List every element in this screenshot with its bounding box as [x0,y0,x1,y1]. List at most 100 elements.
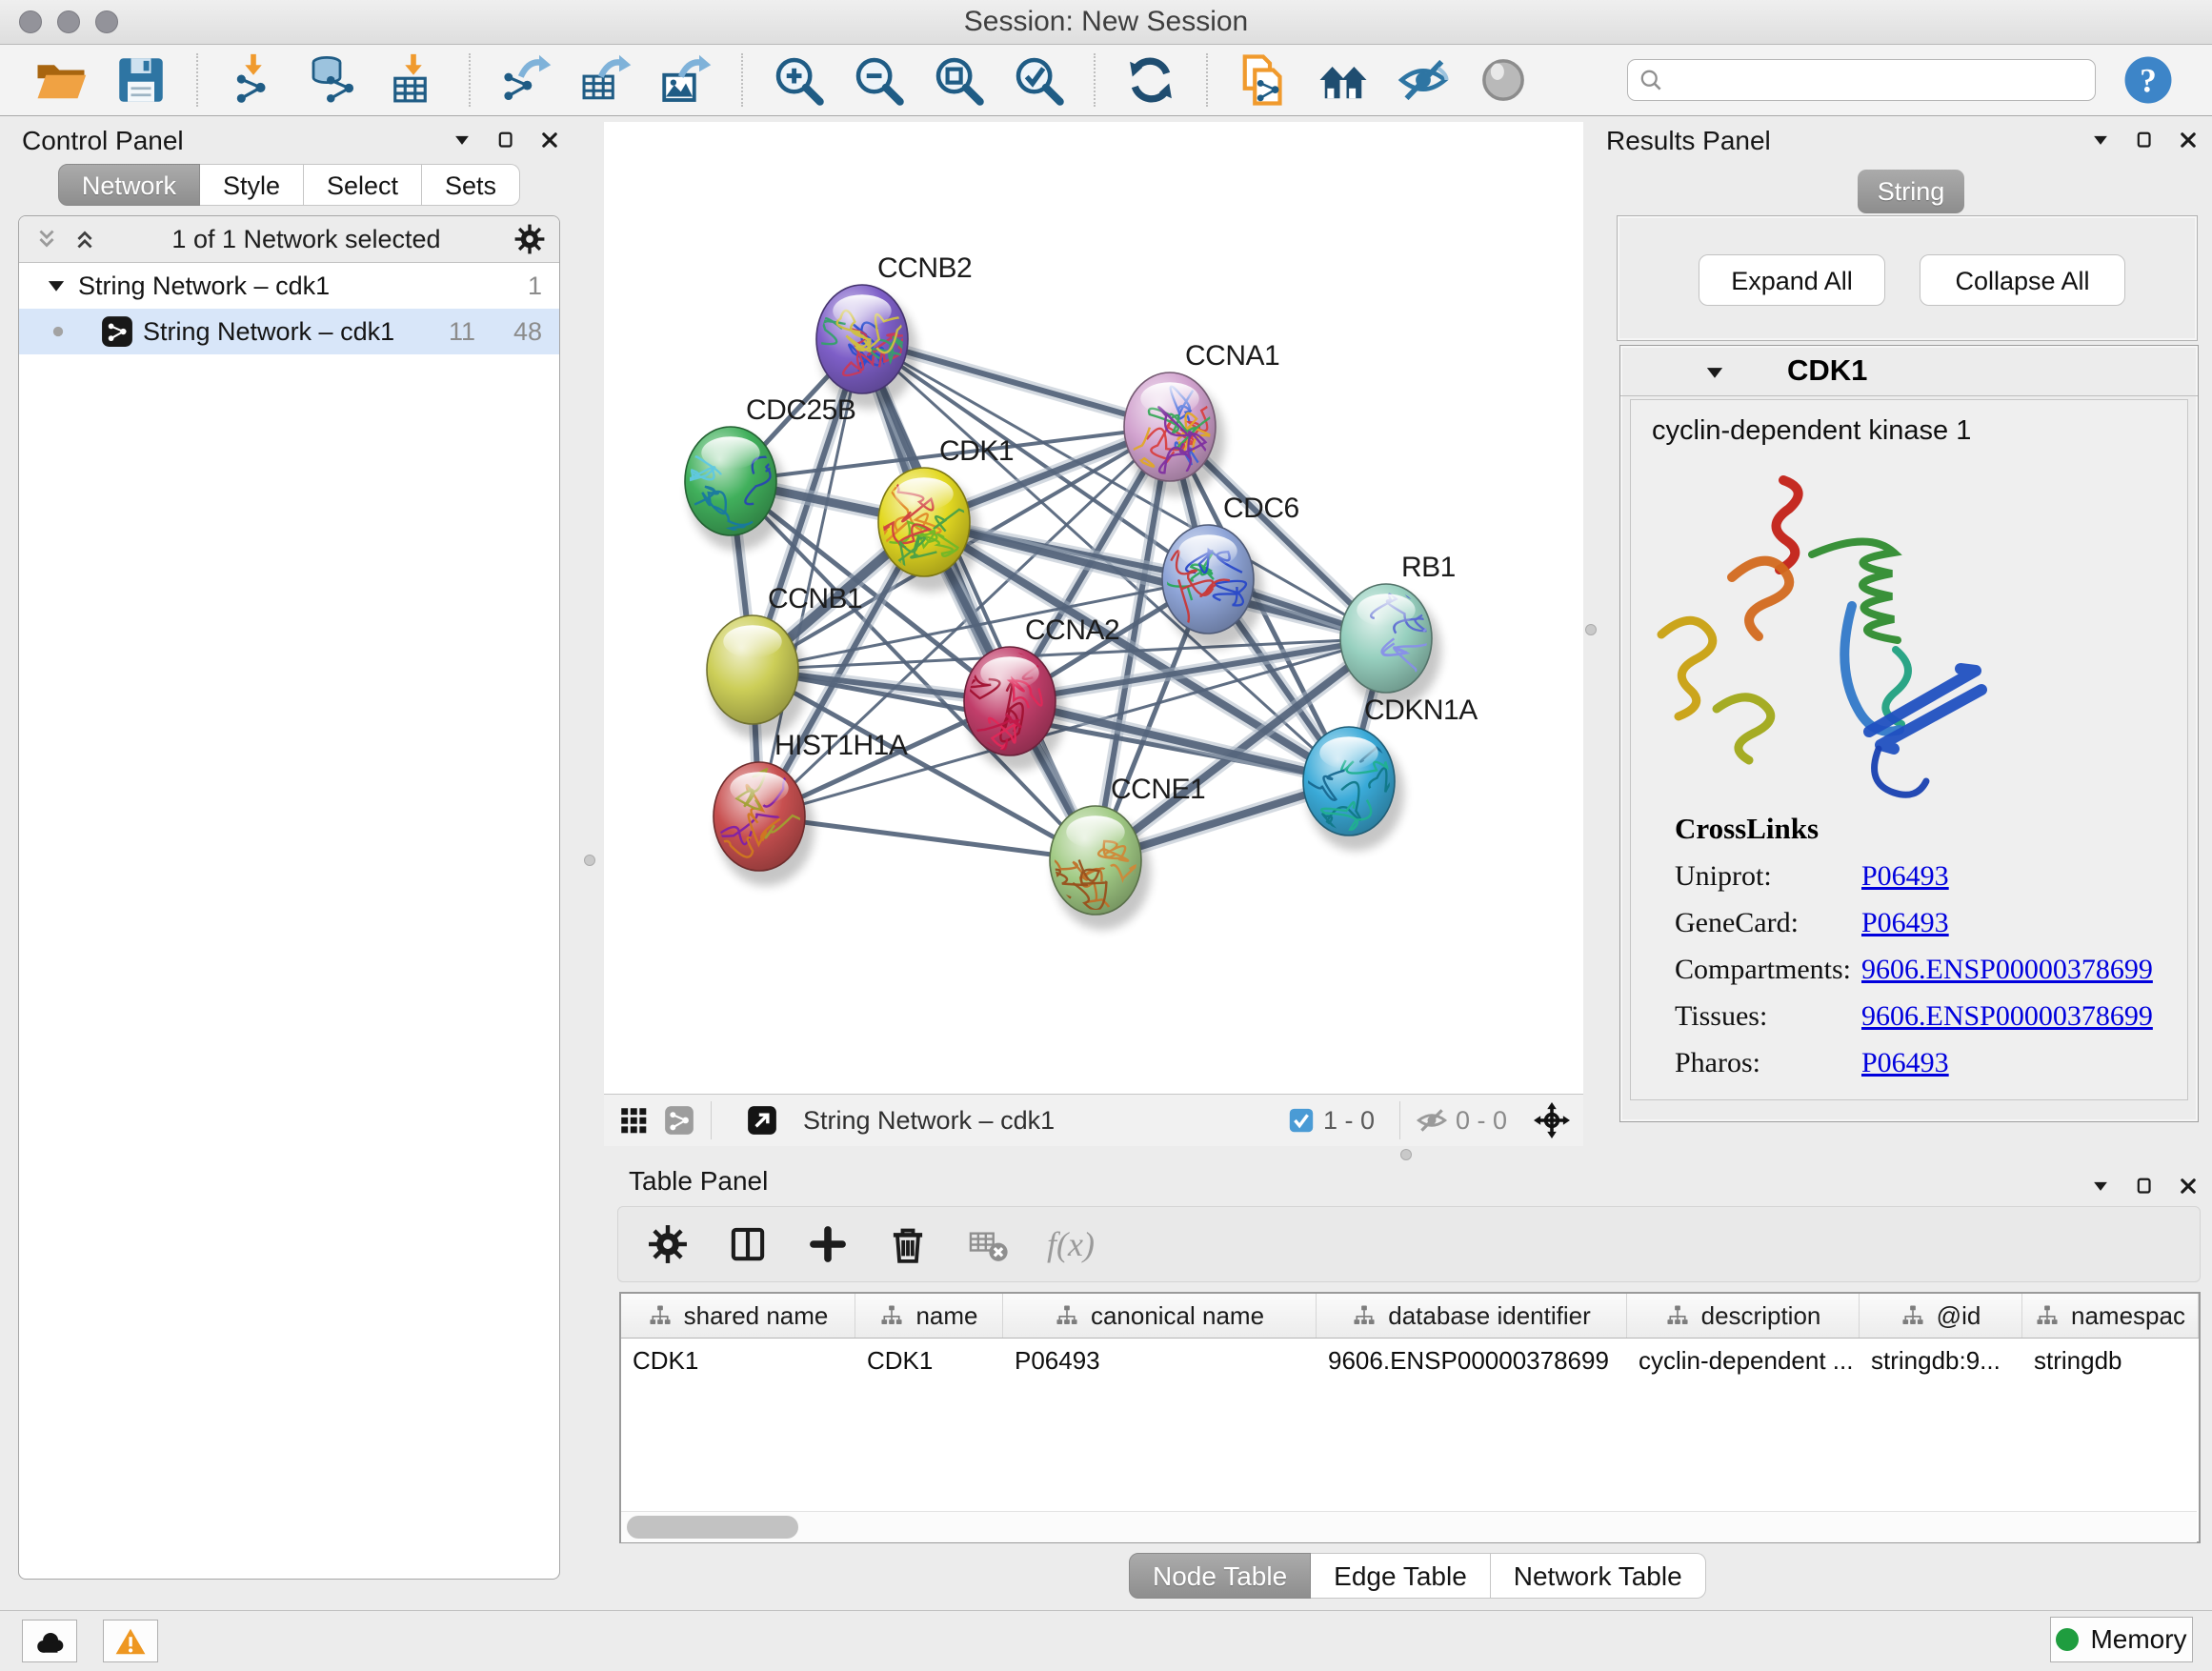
search-box[interactable] [1627,59,2096,101]
control-panel-title: Control Panel [22,126,184,156]
results-panel: Results Panel String Expand All Collapse… [1599,122,2202,1157]
hidden-count-eye-icon[interactable] [1416,1104,1448,1137]
bottom-splitter-handle[interactable] [1400,1149,1412,1160]
save-session-icon[interactable] [114,53,168,107]
warnings-button[interactable] [103,1620,158,1662]
crosslink-link[interactable]: P06493 [1861,1047,1949,1078]
string-entry-header[interactable]: CDK1 [1620,346,2198,396]
table-horizontal-scrollbar[interactable] [621,1511,2197,1542]
table-cell[interactable]: stringdb:9... [1860,1346,2022,1376]
table-cell[interactable]: cyclin-dependent ... [1627,1346,1860,1376]
export-table-icon[interactable] [579,53,633,107]
plus-column-icon[interactable] [807,1223,849,1265]
zoom-out-icon[interactable] [852,53,905,107]
column-header-description[interactable]: description [1627,1294,1860,1338]
collapse-all-button[interactable]: Collapse All [1920,254,2125,306]
selected-count-checkbox-icon[interactable] [1287,1106,1316,1135]
column-header-shared-name[interactable]: shared name [621,1294,855,1338]
control-panel-menu-icon[interactable] [452,130,473,151]
hide-selected-icon[interactable] [1397,53,1450,107]
expand-all-networks-icon[interactable] [70,225,99,253]
crosslink-link[interactable]: P06493 [1861,907,1949,938]
results-panel-close-icon[interactable] [2178,130,2199,151]
crosslink-link[interactable]: P06493 [1861,860,1949,892]
column-header--id[interactable]: @id [1860,1294,2022,1338]
scrollbar-thumb[interactable] [627,1516,798,1539]
column-header-database-identifier[interactable]: database identifier [1317,1294,1627,1338]
column-header-namespac[interactable]: namespac [2022,1294,2199,1338]
tab-node-table[interactable]: Node Table [1129,1553,1311,1599]
network-selection-status: 1 of 1 Network selected [99,225,513,254]
network-list-gear-icon[interactable] [513,223,546,255]
tab-select[interactable]: Select [304,164,422,206]
help-icon[interactable]: ? [2122,54,2174,106]
left-splitter-handle[interactable] [584,855,595,866]
function-builder-icon[interactable]: f(x) [1047,1224,1095,1264]
export-network-icon[interactable] [499,53,553,107]
table-panel-close-icon[interactable] [2178,1176,2199,1197]
cloud-button[interactable] [22,1620,77,1662]
crosslink-link[interactable]: 9606.ENSP00000378699 [1861,954,2153,985]
tab-network-table[interactable]: Network Table [1491,1553,1706,1599]
import-table-file-icon[interactable] [387,53,440,107]
tab-string[interactable]: String [1858,170,1964,213]
zoom-in-icon[interactable] [772,53,825,107]
split-columns-icon[interactable] [727,1223,769,1265]
table-cell[interactable]: P06493 [1003,1346,1317,1376]
window-minimize-icon[interactable] [57,10,80,33]
window-zoom-icon[interactable] [95,10,118,33]
open-session-icon[interactable] [34,53,88,107]
memory-button[interactable]: Memory [2050,1617,2193,1662]
tab-sets[interactable]: Sets [422,164,520,206]
collection-count: 1 [528,272,542,301]
crosslink-row: Tissues:9606.ENSP00000378699 [1675,1000,2172,1033]
refresh-view-icon[interactable] [1124,53,1177,107]
column-header-label: name [915,1301,977,1331]
table-row[interactable]: CDK1CDK1P064939606.ENSP00000378699cyclin… [621,1339,2199,1382]
network-list-box: 1 of 1 Network selected String Network –… [18,215,560,1580]
network-overview-icon[interactable] [663,1104,695,1137]
table-gear-icon[interactable] [647,1223,689,1265]
network-row-selected[interactable]: String Network – cdk1 11 48 [19,309,559,354]
collapse-all-networks-icon[interactable] [32,225,61,253]
expand-all-button[interactable]: Expand All [1699,254,1885,306]
zoom-fit-icon[interactable] [932,53,985,107]
table-cell[interactable]: 9606.ENSP00000378699 [1317,1346,1627,1376]
control-panel-close-icon[interactable] [539,130,560,151]
network-collection-row[interactable]: String Network – cdk1 1 [19,263,559,309]
show-all-icon[interactable] [1477,53,1530,107]
birdseye-grid-icon[interactable] [617,1104,650,1137]
import-network-database-icon[interactable] [307,53,360,107]
table-panel-float-icon[interactable] [2134,1176,2155,1197]
results-panel-float-icon[interactable] [2134,130,2155,151]
string-home-icon[interactable] [1317,53,1370,107]
entry-gene-name: CDK1 [1787,353,1867,388]
import-network-file-icon[interactable] [227,53,280,107]
table-panel-menu-icon[interactable] [2090,1176,2111,1197]
tab-network[interactable]: Network [58,164,200,206]
table-cell[interactable]: stringdb [2022,1346,2199,1376]
crosslink-link[interactable]: 9606.ENSP00000378699 [1861,1000,2153,1032]
table-cell[interactable]: CDK1 [621,1346,855,1376]
results-panel-menu-icon[interactable] [2090,130,2111,151]
control-panel-float-icon[interactable] [495,130,516,151]
tab-edge-table[interactable]: Edge Table [1311,1553,1491,1599]
grid-delete-icon[interactable] [967,1223,1009,1265]
fit-selected-crosshair-icon[interactable] [1534,1102,1570,1138]
network-from-selection-icon[interactable] [1237,53,1290,107]
zoom-selected-icon[interactable] [1012,53,1065,107]
detach-view-icon[interactable] [746,1104,778,1137]
trash-column-icon[interactable] [887,1223,929,1265]
export-image-icon[interactable] [659,53,713,107]
network-label: String Network – cdk1 [143,317,394,347]
column-header-name[interactable]: name [855,1294,1003,1338]
right-splitter-handle[interactable] [1585,624,1597,635]
entry-expander-icon[interactable] [1702,360,1727,385]
collection-expander-icon[interactable] [44,273,69,298]
window-close-icon[interactable] [19,10,42,33]
table-cell[interactable]: CDK1 [855,1346,1003,1376]
tab-style[interactable]: Style [200,164,304,206]
column-header-canonical-name[interactable]: canonical name [1003,1294,1317,1338]
search-input[interactable] [1664,65,2085,96]
network-canvas[interactable]: CCNB2CCNA1CDC25BCDK1CDC6RB1CCNB1CCNA2CDK… [604,122,1583,1094]
